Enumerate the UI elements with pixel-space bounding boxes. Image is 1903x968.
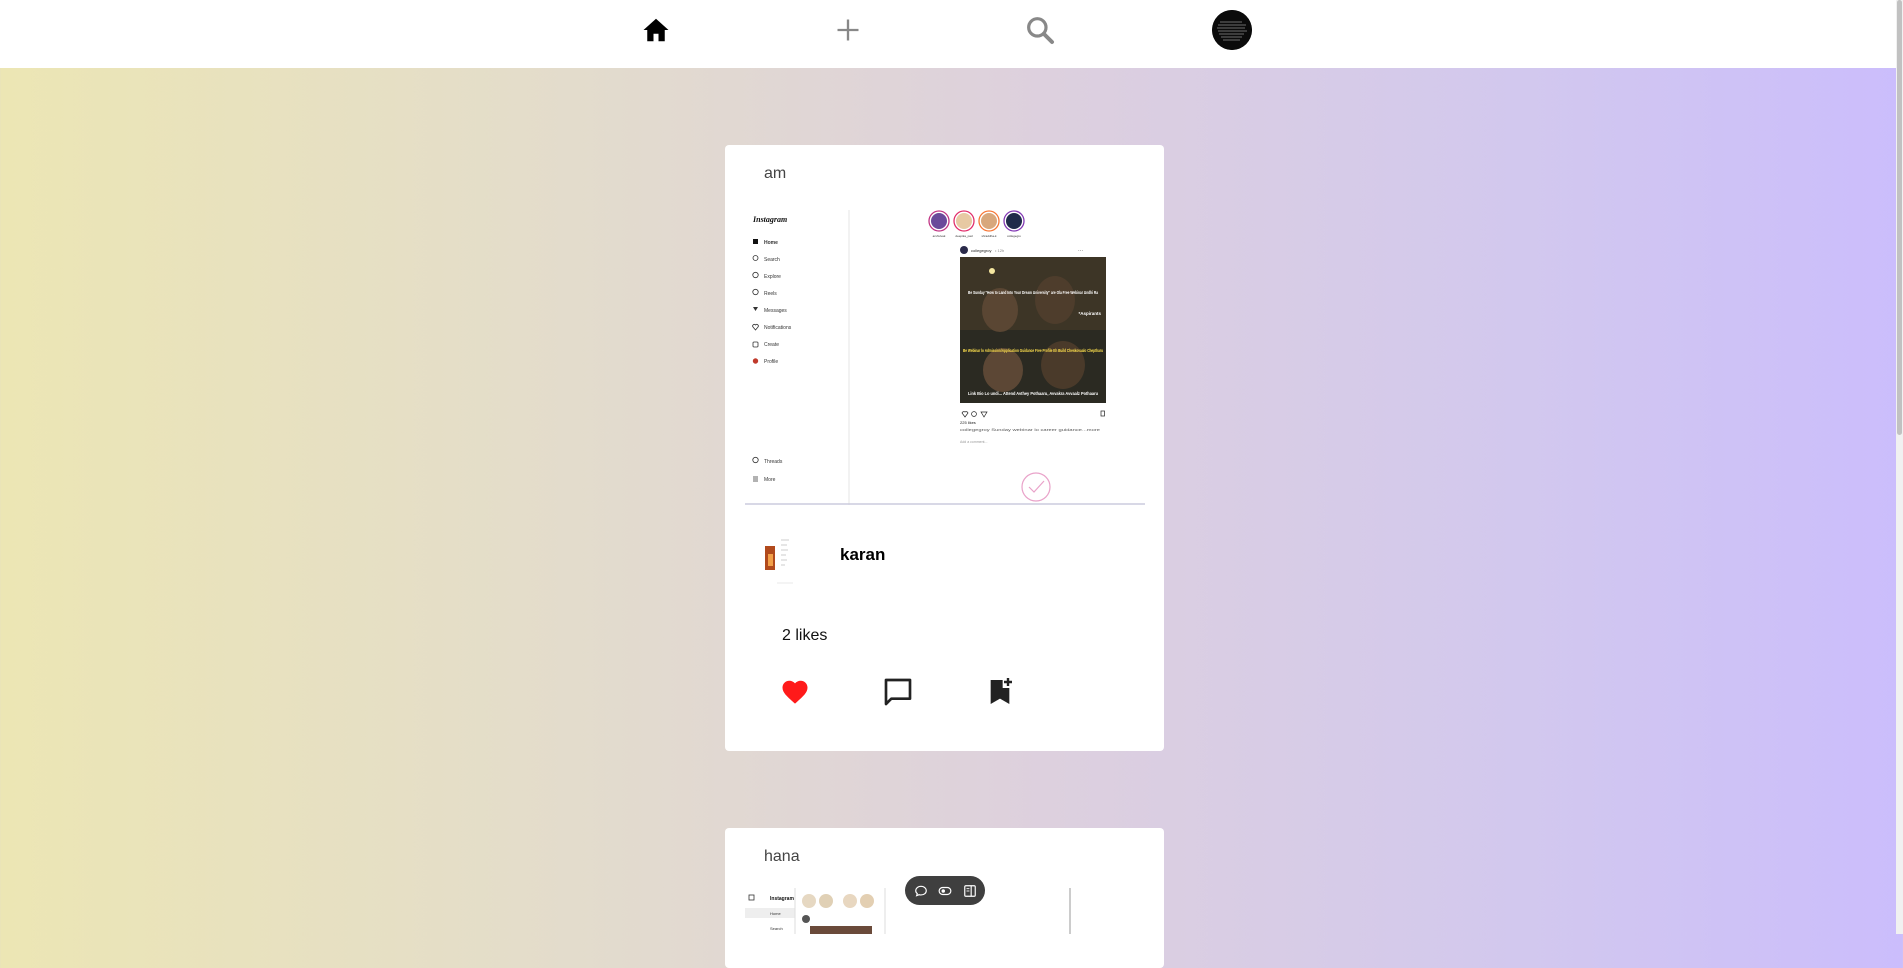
- thumbnail-image: [763, 532, 801, 584]
- svg-text:···: ···: [1078, 248, 1083, 254]
- like-count: 2 likes: [782, 627, 828, 644]
- bookmark-button[interactable]: [980, 672, 1020, 712]
- toggle-icon: [938, 886, 952, 895]
- mini-meme-caption: *Aspirants: [1078, 311, 1101, 316]
- mini-menu-create: Create: [764, 342, 779, 348]
- avatar: [1212, 10, 1252, 50]
- home-icon: [643, 18, 669, 42]
- mini-menu-home: Home: [770, 911, 781, 916]
- post-card: am Instagram Home Search Explore Reels M…: [725, 145, 1164, 751]
- mini-menu-messages: Messages: [764, 308, 787, 314]
- side-panel-icon: [963, 884, 976, 897]
- post-author: am: [764, 165, 787, 182]
- user-thumbnail[interactable]: [763, 532, 801, 584]
- mini-menu-home: Home: [764, 240, 778, 246]
- panel-toolbar-button[interactable]: [961, 882, 979, 900]
- mini-menu-more: More: [764, 477, 776, 483]
- plus-icon: [837, 19, 859, 41]
- mini-menu-notifications: Notifications: [764, 325, 792, 331]
- mini-menu-explore: Explore: [764, 274, 781, 280]
- mini-meme-image: Be Sunday "How to Land Into Your Dream U…: [960, 257, 1106, 403]
- profile-avatar[interactable]: [1212, 10, 1252, 50]
- chat-toolbar-button[interactable]: [912, 882, 930, 900]
- mini-meme-caption: Be Webinar lo Admission/Application Guid…: [963, 348, 1103, 353]
- scrollbar-track[interactable]: [1896, 0, 1903, 934]
- heart-icon: [782, 680, 808, 704]
- chat-bubble-icon: [914, 885, 927, 897]
- post-image[interactable]: Instagram Home Search Explore Reels Mess…: [745, 205, 1145, 505]
- mini-menu-reels: Reels: [764, 291, 777, 297]
- comment-icon: [884, 678, 912, 706]
- post-username[interactable]: karan: [840, 545, 885, 565]
- mini-story-name: deepika_pad: [955, 234, 973, 238]
- floating-toolbar: [905, 876, 985, 905]
- mini-likes: 225 likes: [960, 420, 976, 425]
- create-post-button[interactable]: [823, 10, 873, 50]
- mini-story-name: collegegro: [1007, 234, 1021, 238]
- scrollbar-thumb[interactable]: [1897, 0, 1902, 435]
- mini-menu-search: Search: [770, 926, 783, 931]
- comment-button[interactable]: [878, 672, 918, 712]
- toggle-toolbar-button[interactable]: [936, 882, 954, 900]
- home-button[interactable]: [631, 10, 681, 50]
- mini-menu-profile: Profile: [764, 359, 778, 365]
- mini-post-handle: collegegroy: [971, 248, 991, 253]
- post-author: hana: [764, 848, 800, 865]
- mini-story-name: arshvivak: [933, 234, 946, 238]
- mini-meme-caption: Link Bio Lo undi... Attend Avthey Pothaa…: [968, 391, 1098, 396]
- mini-story-name: shraddha-k: [981, 234, 997, 238]
- instagram-screenshot: Instagram Home Search Explore Reels Mess…: [745, 205, 1145, 505]
- mini-post-meta: • 12h: [995, 248, 1004, 253]
- mini-logo: Instagram: [770, 896, 794, 902]
- mini-menu-threads: Threads: [764, 459, 783, 465]
- mini-menu-search: Search: [764, 257, 780, 263]
- mini-comment-placeholder: Add a comment...: [960, 440, 987, 444]
- like-button[interactable]: [775, 672, 815, 712]
- search-button[interactable]: [1015, 10, 1065, 50]
- bookmark-add-icon: [990, 678, 1012, 704]
- mini-caption: collegegroy Sunday webinar lo career gui…: [960, 428, 1100, 432]
- search-icon: [1027, 17, 1054, 44]
- mini-meme-caption: Be Sunday "How to Land Into Your Dream U…: [968, 290, 1098, 295]
- mini-logo: Instagram: [752, 215, 787, 224]
- top-navbar: [0, 0, 1896, 68]
